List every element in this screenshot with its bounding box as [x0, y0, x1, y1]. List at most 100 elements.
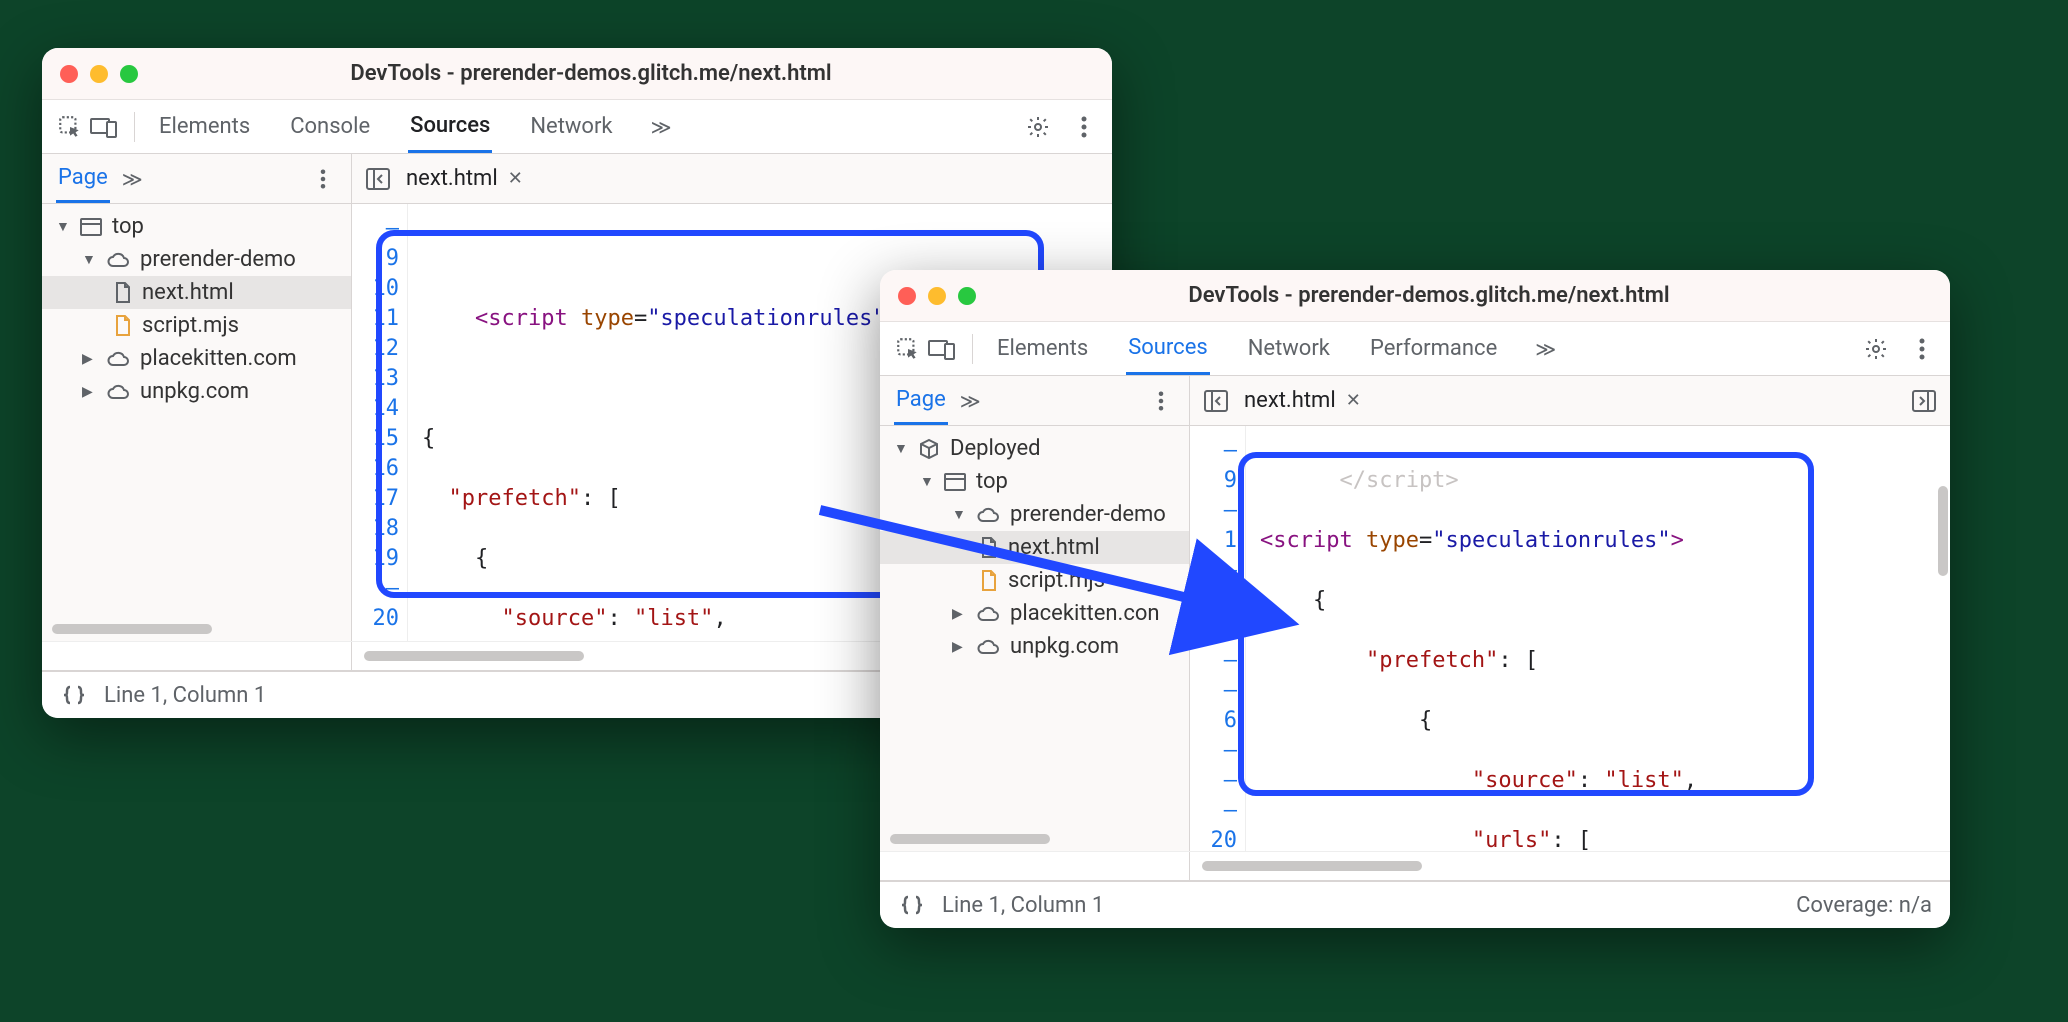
file-tab-next-html[interactable]: next.html ✕	[1244, 388, 1361, 413]
editor-vscroll[interactable]	[1938, 486, 1948, 576]
minimize-icon[interactable]	[90, 65, 108, 83]
pretty-print-icon[interactable]	[898, 891, 926, 919]
file-tab-next-html[interactable]: next.html ✕	[406, 166, 523, 191]
disclosure-icon[interactable]: ▶	[952, 606, 966, 622]
tab-console[interactable]: Console	[288, 102, 372, 151]
tab-sources[interactable]: Sources	[408, 101, 492, 153]
tree-label: next.html	[1008, 535, 1100, 560]
code-content: </script> <script type="speculationrules…	[1246, 426, 1950, 851]
divider	[972, 334, 973, 364]
disclosure-icon[interactable]: ▼	[952, 506, 966, 523]
tree-top[interactable]: ▼ top	[42, 210, 351, 243]
code-editor[interactable]: –9– 1–3 ––– 6–– –20 </script> <script ty…	[1190, 426, 1950, 851]
cloud-icon	[106, 384, 130, 400]
coverage-status: Coverage: n/a	[1796, 893, 1932, 918]
page-tab[interactable]: Page	[56, 155, 110, 203]
panel-body: ▼ Deployed ▼ top ▼ prerender-demo next.h…	[880, 426, 1950, 851]
open-files-row: next.html ✕	[352, 154, 1112, 203]
tree-file-script-mjs[interactable]: script.mjs	[880, 564, 1189, 597]
kebab-icon[interactable]	[1147, 387, 1175, 415]
more-nav-icon[interactable]: ≫	[122, 167, 143, 191]
main-tabs-row: Elements Sources Network Performance ≫	[880, 322, 1950, 376]
tab-network[interactable]: Network	[528, 102, 614, 151]
gear-icon[interactable]	[1862, 335, 1890, 363]
tab-elements[interactable]: Elements	[157, 102, 252, 151]
panel-tabs: Elements Sources Network Performance ≫	[995, 323, 1856, 375]
disclosure-icon[interactable]: ▼	[894, 440, 908, 457]
tree-scrollbar[interactable]	[880, 827, 1189, 851]
more-tabs-icon[interactable]: ≫	[651, 115, 672, 139]
tab-elements[interactable]: Elements	[995, 324, 1090, 373]
zoom-icon[interactable]	[120, 65, 138, 83]
page-tab[interactable]: Page	[894, 377, 948, 425]
pretty-print-icon[interactable]	[60, 681, 88, 709]
sub-tabs-row: Page ≫ next.html ✕	[42, 154, 1112, 204]
cloud-icon	[976, 639, 1000, 655]
tree-label: next.html	[142, 280, 234, 305]
device-icon[interactable]	[90, 113, 118, 141]
editor-scrollbar[interactable]	[1190, 852, 1950, 880]
close-icon[interactable]: ✕	[1346, 390, 1361, 411]
close-icon[interactable]: ✕	[508, 168, 523, 189]
window-title: DevTools - prerender-demos.glitch.me/nex…	[986, 283, 1932, 308]
kebab-icon[interactable]	[1070, 113, 1098, 141]
disclosure-icon[interactable]: ▶	[952, 639, 966, 655]
zoom-icon[interactable]	[958, 287, 976, 305]
titlebar: DevTools - prerender-demos.glitch.me/nex…	[880, 270, 1950, 322]
toggle-nav-icon[interactable]	[1202, 387, 1230, 415]
cloud-icon	[976, 507, 1000, 523]
device-icon[interactable]	[928, 335, 956, 363]
tree-label: Deployed	[950, 436, 1041, 461]
navigator-header: Page ≫	[42, 154, 352, 203]
minimize-icon[interactable]	[928, 287, 946, 305]
tab-network[interactable]: Network	[1246, 324, 1332, 373]
toggle-side-icon[interactable]	[1910, 387, 1938, 415]
tab-performance[interactable]: Performance	[1368, 324, 1499, 373]
kebab-icon[interactable]	[309, 165, 337, 193]
window-controls	[60, 65, 138, 83]
frame-icon	[80, 218, 102, 236]
tree-domain[interactable]: ▼ prerender-demo	[42, 243, 351, 276]
tree-domain[interactable]: ▼ prerender-demo	[880, 498, 1189, 531]
tree-file-script-mjs[interactable]: script.mjs	[42, 309, 351, 342]
more-nav-icon[interactable]: ≫	[960, 389, 981, 413]
inspect-icon[interactable]	[56, 113, 84, 141]
sub-tabs-row: Page ≫ next.html ✕	[880, 376, 1950, 426]
disclosure-icon[interactable]: ▶	[82, 351, 96, 367]
kebab-icon[interactable]	[1908, 335, 1936, 363]
tree-top[interactable]: ▼ top	[880, 465, 1189, 498]
close-icon[interactable]	[60, 65, 78, 83]
tree-label: placekitten.com	[140, 346, 297, 371]
disclosure-icon[interactable]: ▶	[82, 384, 96, 400]
frame-icon	[944, 473, 966, 491]
tree-file-next-html[interactable]: next.html	[42, 276, 351, 309]
disclosure-icon[interactable]: ▼	[920, 473, 934, 490]
inspect-icon[interactable]	[894, 335, 922, 363]
tree-domain-placekitten[interactable]: ▶ placekitten.con	[880, 597, 1189, 630]
main-tabs-row: Elements Console Sources Network ≫	[42, 100, 1112, 154]
tree-domain-unpkg[interactable]: ▶ unpkg.com	[42, 375, 351, 408]
tree-label: prerender-demo	[1010, 502, 1166, 527]
window-controls	[898, 287, 976, 305]
devtools-window-2: DevTools - prerender-demos.glitch.me/nex…	[880, 270, 1950, 928]
disclosure-icon[interactable]: ▼	[56, 218, 70, 235]
tree-file-next-html[interactable]: next.html	[880, 531, 1189, 564]
close-icon[interactable]	[898, 287, 916, 305]
disclosure-icon[interactable]: ▼	[82, 251, 96, 268]
tree-domain-unpkg[interactable]: ▶ unpkg.com	[880, 630, 1189, 663]
file-tree: ▼ Deployed ▼ top ▼ prerender-demo next.h…	[880, 426, 1190, 851]
file-icon	[114, 282, 132, 304]
toggle-nav-icon[interactable]	[364, 165, 392, 193]
more-tabs-icon[interactable]: ≫	[1535, 337, 1556, 361]
tree-label: unpkg.com	[1010, 634, 1119, 659]
tree-scrollbar[interactable]	[42, 617, 351, 641]
file-tab-label: next.html	[1244, 388, 1336, 413]
divider	[134, 112, 135, 142]
gear-icon[interactable]	[1024, 113, 1052, 141]
tree-domain-placekitten[interactable]: ▶ placekitten.com	[42, 342, 351, 375]
tree-deployed[interactable]: ▼ Deployed	[880, 432, 1189, 465]
status-bar: Line 1, Column 1 Coverage: n/a	[880, 880, 1950, 928]
line-gutter: –9– 1–3 ––– 6–– –20	[1190, 426, 1246, 851]
file-tab-label: next.html	[406, 166, 498, 191]
tab-sources[interactable]: Sources	[1126, 323, 1210, 375]
